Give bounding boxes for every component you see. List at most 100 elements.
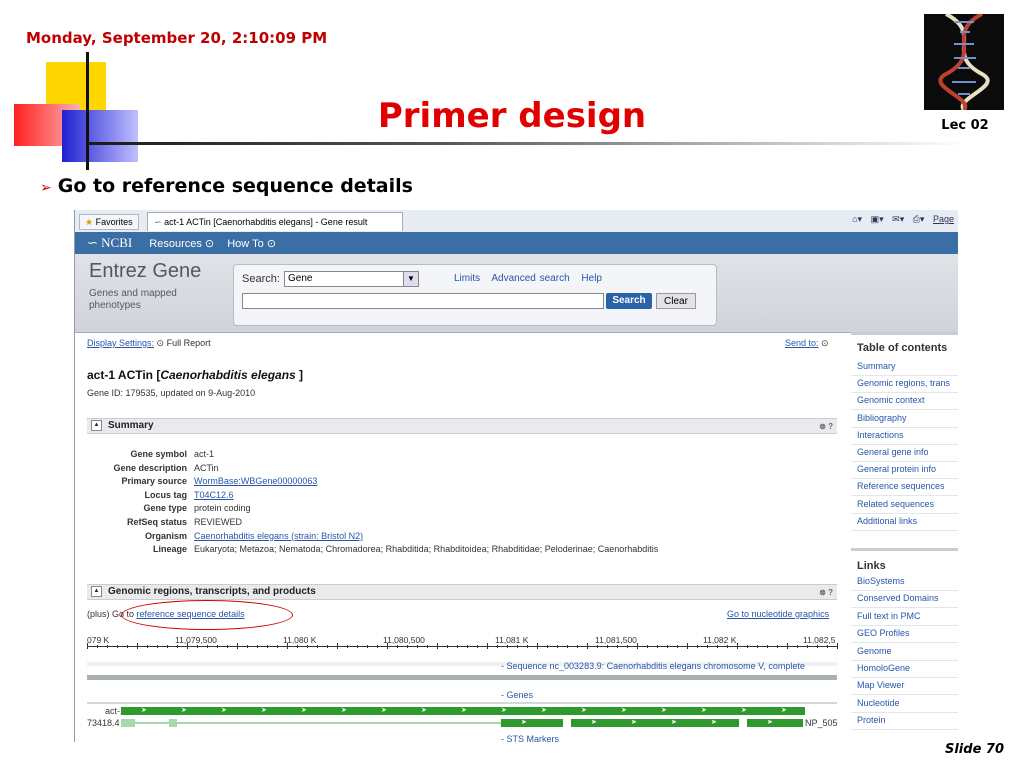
exon-bar[interactable] xyxy=(501,719,563,727)
nucleotide-graphics-link[interactable]: Go to nucleotide graphics xyxy=(727,609,829,619)
ruler-tick xyxy=(477,645,478,648)
sidebar-separator xyxy=(851,711,958,713)
section-tools-icon[interactable]: ⊗ ? xyxy=(819,420,833,434)
send-to-menu[interactable]: Send to: ⊙ xyxy=(785,338,829,349)
sidebar-link[interactable]: Related sequences xyxy=(857,499,934,509)
summary-section-header[interactable]: ▲ Summary ⊗ ? xyxy=(87,418,837,434)
resources-menu[interactable]: Resources ⊙ xyxy=(149,238,214,250)
section-tools-icon[interactable]: ⊗ ? xyxy=(819,586,833,600)
sidebar-link[interactable]: Genomic context xyxy=(857,395,925,405)
favorites-button[interactable]: ★ Favorites xyxy=(79,214,139,230)
search-label: Search: xyxy=(242,273,280,285)
howto-menu[interactable]: How To ⊙ xyxy=(227,238,276,250)
ruler-tick xyxy=(627,645,628,648)
summary-value-link[interactable]: Caenorhabditis elegans (strain: Bristol … xyxy=(194,531,363,541)
strand-arrow-icon: ➤ xyxy=(671,719,677,726)
sidebar-link[interactable]: Additional links xyxy=(857,516,917,526)
summary-value: Eukaryota; Metazoa; Nematoda; Chromadore… xyxy=(194,544,659,555)
database-select[interactable]: Gene ▼ xyxy=(284,271,419,287)
search-input[interactable] xyxy=(242,293,604,309)
chevron-down-icon: ⊙ xyxy=(204,238,215,250)
strand-arrow-icon: ➤ xyxy=(591,719,597,726)
mail-icon[interactable]: ✉▾ xyxy=(892,214,904,224)
ncbi-logo[interactable]: ∽ NCBI xyxy=(87,235,132,250)
genomic-section-header[interactable]: ▲ Genomic regions, transcripts, and produ… xyxy=(87,584,837,600)
clear-button[interactable]: Clear xyxy=(656,293,696,309)
report-main: Display Settings: ⊙ Full Report Send to:… xyxy=(75,332,838,742)
sidebar-separator xyxy=(851,624,958,626)
sidebar-link[interactable]: Full text in PMC xyxy=(857,611,921,621)
genes-track-label[interactable]: - Genes xyxy=(501,690,533,700)
dna-helix-image xyxy=(924,14,1004,110)
ruler-tick xyxy=(817,645,818,648)
summary-key: Organism xyxy=(144,530,187,541)
print-icon[interactable]: ⎙▾ xyxy=(913,214,925,224)
strand-arrow-icon: ➤ xyxy=(701,707,707,714)
ruler-tick xyxy=(607,645,608,648)
ruler-tick xyxy=(637,643,638,649)
sts-track-label[interactable]: - STS Markers xyxy=(501,734,559,742)
sequence-track-label[interactable]: - Sequence nc_003283.9: Caenorhabditis e… xyxy=(501,661,805,671)
help-link[interactable]: Help xyxy=(581,273,602,284)
sidebar-link[interactable]: GEO Profiles xyxy=(857,628,910,638)
sidebar-link[interactable]: Bibliography xyxy=(857,413,907,423)
strand-arrow-icon: ➤ xyxy=(631,719,637,726)
ruler-tick xyxy=(717,645,718,648)
sidebar-link[interactable]: BioSystems xyxy=(857,576,905,586)
gene-title: act-1 ACTin [Caenorhabditis elegans ] xyxy=(87,368,304,382)
ruler-tick xyxy=(507,645,508,648)
summary-value-link[interactable]: WormBase:WBGene00000063 xyxy=(194,476,317,486)
sidebar-link[interactable]: Protein xyxy=(857,715,886,725)
exon-bar[interactable] xyxy=(747,719,803,727)
summary-row: Organism Caenorhabditis elegans (strain: … xyxy=(87,531,837,544)
sidebar-link[interactable]: Genome xyxy=(857,646,892,656)
summary-value-link[interactable]: T04C12.6 xyxy=(194,490,234,500)
ruler-tick xyxy=(107,645,108,648)
ruler-tick xyxy=(217,645,218,648)
feeds-icon[interactable]: ▣▾ xyxy=(871,214,884,224)
ruler-tick xyxy=(157,645,158,648)
sidebar-link[interactable]: Reference sequences xyxy=(857,481,945,491)
strand-arrow-icon: ➤ xyxy=(711,719,717,726)
protein-label: NP_505 xyxy=(805,718,838,728)
slide-datetime: Monday, September 20, 2:10:09 PM xyxy=(26,29,328,47)
advanced-search-link[interactable]: Advanced search xyxy=(491,273,569,284)
sidebar-link[interactable]: General protein info xyxy=(857,464,936,474)
sidebar-link[interactable]: Summary xyxy=(857,361,896,371)
display-settings[interactable]: Display Settings: ⊙ Full Report xyxy=(87,338,211,349)
sidebar-link[interactable]: Nucleotide xyxy=(857,698,900,708)
sidebar-separator xyxy=(851,392,958,394)
browser-tab[interactable]: ∽ act-1 ACTin [Caenorhabditis elegans] -… xyxy=(147,212,403,231)
sidebar-separator xyxy=(851,375,958,376)
ruler-tick xyxy=(837,643,838,649)
search-button[interactable]: Search xyxy=(606,293,652,309)
exon-bar[interactable] xyxy=(121,719,135,727)
ruler-tick xyxy=(137,643,138,649)
summary-row: Primary source WormBase:WBGene00000063 xyxy=(87,476,837,489)
sidebar-link[interactable]: HomoloGene xyxy=(857,663,910,673)
home-icon[interactable]: ⌂▾ xyxy=(852,214,862,224)
sidebar-separator xyxy=(851,409,958,411)
ruler-tick xyxy=(597,645,598,648)
sidebar-link[interactable]: General gene info xyxy=(857,447,929,457)
ruler-label: 079 K xyxy=(87,635,110,645)
ruler-tick xyxy=(447,645,448,648)
ruler-tick xyxy=(337,643,338,649)
strand-arrow-icon: ➤ xyxy=(421,707,427,714)
ruler-label: 11,082,5 xyxy=(803,635,836,645)
limits-link[interactable]: Limits xyxy=(454,273,480,284)
sidebar-link[interactable]: Interactions xyxy=(857,430,904,440)
strand-arrow-icon: ➤ xyxy=(541,707,547,714)
summary-key: Primary source xyxy=(121,476,187,487)
collapse-icon[interactable]: ▲ xyxy=(91,585,102,597)
ruler-tick xyxy=(207,645,208,648)
sidebar-link[interactable]: Conserved Domains xyxy=(857,593,939,603)
collapse-icon[interactable]: ▲ xyxy=(91,419,102,431)
ruler-tick xyxy=(437,643,438,649)
ruler-tick xyxy=(347,645,348,648)
sidebar-link[interactable]: Genomic regions, trans xyxy=(857,378,950,388)
ruler-tick xyxy=(297,645,298,648)
ruler-label: 11,080,500 xyxy=(383,635,425,645)
sidebar-link[interactable]: Map Viewer xyxy=(857,680,904,690)
page-menu[interactable]: Page xyxy=(933,214,954,224)
